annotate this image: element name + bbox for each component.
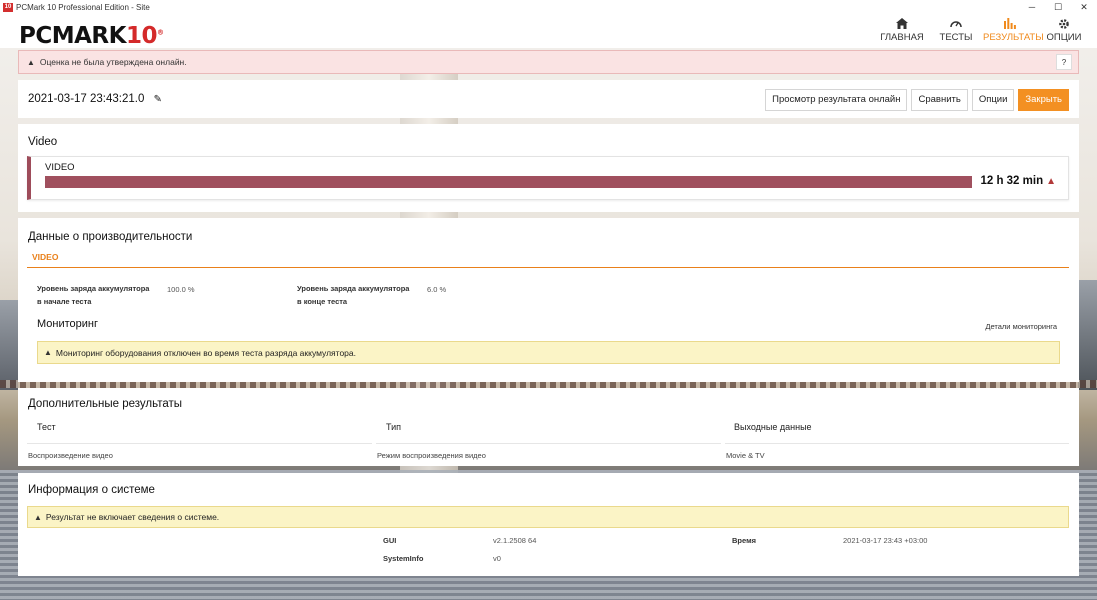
systeminfo-label: SystemInfo (383, 554, 424, 563)
nav-options[interactable]: ОПЦИИ (1037, 14, 1091, 43)
cell-output: Movie & TV (726, 451, 765, 460)
video-score-value: 12 h 32 min (980, 175, 1044, 187)
video-score-label: VIDEO (45, 162, 75, 173)
home-icon (875, 18, 929, 32)
performance-data-card: Данные о производительности VIDEO Уровен… (18, 218, 1079, 382)
result-actions: Просмотр результата онлайн Сравнить Опци… (761, 89, 1069, 111)
nav-results-label: РЕЗУЛЬТАТЫ (983, 32, 1044, 43)
nav-options-label: ОПЦИИ (1046, 32, 1082, 43)
col-header-output: Выходные данные (734, 422, 812, 432)
video-score-bar (45, 176, 972, 188)
col-divider (27, 443, 372, 444)
window-title: PCMark 10 Professional Edition - Site (16, 2, 150, 12)
system-info-card: Информация о системе ▲ Результат не вклю… (18, 473, 1079, 576)
video-score-box[interactable]: VIDEO 12 h 32 min ▲ (27, 156, 1069, 200)
battery-start-label: Уровень заряда аккумулятора в начале тес… (37, 282, 149, 308)
close-window-button[interactable]: ✕ (1071, 0, 1097, 14)
app-header: PCMARK10® ГЛАВНАЯ ТЕСТЫ РЕЗУЛЬТАТЫ ОПЦИИ (0, 14, 1097, 49)
logo-ten: 10 (125, 23, 158, 49)
battery-end-value: 6.0 % (427, 285, 447, 294)
minimize-button[interactable]: ─ (1019, 0, 1045, 14)
gui-value: v2.1.2508 64 (493, 536, 537, 545)
battery-start-label-line1: Уровень заряда аккумулятора (37, 284, 150, 293)
background-city-left (0, 300, 18, 390)
result-date: 2021-03-17 23:43:21.0 (28, 93, 145, 105)
gui-label: GUI (383, 536, 397, 545)
warning-icon: ▲ (34, 512, 42, 522)
battery-end-label-line2: в конце теста (297, 297, 348, 306)
additional-results-card: Дополнительные результаты Тест Тип Выход… (18, 388, 1079, 466)
monitoring-warning: ▲ Мониторинг оборудования отключен во вр… (37, 341, 1060, 364)
view-online-button[interactable]: Просмотр результата онлайн (765, 89, 908, 111)
main-nav: ГЛАВНАЯ ТЕСТЫ РЕЗУЛЬТАТЫ ОПЦИИ (875, 14, 1091, 43)
tab-video[interactable]: VIDEO (32, 252, 58, 262)
edit-pencil-icon[interactable]: ✎ (154, 94, 162, 105)
app-icon: 10 (3, 2, 13, 12)
system-info-warning: ▲ Результат не включает сведения о систе… (27, 506, 1069, 528)
cell-test: Воспроизведение видео (28, 451, 113, 460)
window-controls: ─ ☐ ✕ (1019, 0, 1097, 14)
maximize-button[interactable]: ☐ (1045, 0, 1071, 14)
logo-registered: ® (156, 28, 164, 37)
time-label: Время (732, 536, 756, 545)
cell-type: Режим воспроизведения видео (377, 451, 486, 460)
systeminfo-value: v0 (493, 554, 501, 563)
col-divider (376, 443, 721, 444)
validation-warning-text: Оценка не была утверждена онлайн. (39, 57, 187, 67)
result-date-title: 2021-03-17 23:43:21.0 ✎ (28, 93, 162, 105)
warning-triangle-icon: ▲ (1046, 176, 1056, 187)
col-header-test: Тест (37, 422, 56, 432)
video-section-title: Video (28, 136, 58, 148)
tab-underline (27, 267, 1069, 268)
monitoring-warning-text: Мониторинг оборудования отключен во врем… (55, 347, 357, 358)
window-titlebar: 10 PCMark 10 Professional Edition - Site… (0, 0, 1097, 14)
warning-icon: ▲ (44, 348, 52, 357)
performance-title: Данные о производительности (28, 231, 193, 243)
nav-results[interactable]: РЕЗУЛЬТАТЫ (983, 14, 1044, 43)
col-header-type: Тип (386, 422, 402, 432)
video-score-card: Video VIDEO 12 h 32 min ▲ (18, 124, 1079, 212)
battery-start-value: 100.0 % (167, 285, 195, 294)
result-header-card: 2021-03-17 23:43:21.0 ✎ Просмотр результ… (18, 80, 1079, 118)
bar-chart-icon (983, 18, 1037, 32)
monitoring-details-link[interactable]: Детали мониторинга (985, 322, 1057, 331)
pcmark-logo: PCMARK10® (19, 23, 164, 49)
background-city-right (1078, 280, 1097, 390)
system-info-title: Информация о системе (28, 484, 155, 496)
battery-start-label-line2: в начале теста (37, 297, 92, 306)
logo-text: PCMARK (19, 23, 126, 49)
additional-results-title: Дополнительные результаты (28, 398, 183, 410)
options-button[interactable]: Опции (971, 89, 1015, 111)
close-button[interactable]: Закрыть (1018, 89, 1069, 111)
nav-home-label: ГЛАВНАЯ (880, 32, 924, 43)
system-info-warning-text: Результат не включает сведения о системе… (45, 512, 220, 522)
nav-home[interactable]: ГЛАВНАЯ (875, 14, 929, 43)
gauge-icon (929, 18, 983, 32)
help-button[interactable]: ? (1056, 54, 1072, 70)
battery-end-label-line1: Уровень заряда аккумулятора (297, 284, 410, 293)
gear-icon (1037, 18, 1091, 32)
warning-icon: ▲ (27, 57, 35, 67)
nav-tests-label: ТЕСТЫ (939, 32, 973, 43)
time-value: 2021-03-17 23:43 +03:00 (843, 536, 928, 545)
video-score-value-wrap: 12 h 32 min ▲ (980, 175, 1056, 187)
col-divider (725, 443, 1069, 444)
monitoring-title: Мониторинг (37, 318, 99, 330)
battery-end-label: Уровень заряда аккумулятора в конце тест… (297, 282, 409, 308)
nav-tests[interactable]: ТЕСТЫ (929, 14, 983, 43)
compare-button[interactable]: Сравнить (911, 89, 968, 111)
validation-warning-banner: ▲ Оценка не была утверждена онлайн. ? (18, 50, 1079, 74)
